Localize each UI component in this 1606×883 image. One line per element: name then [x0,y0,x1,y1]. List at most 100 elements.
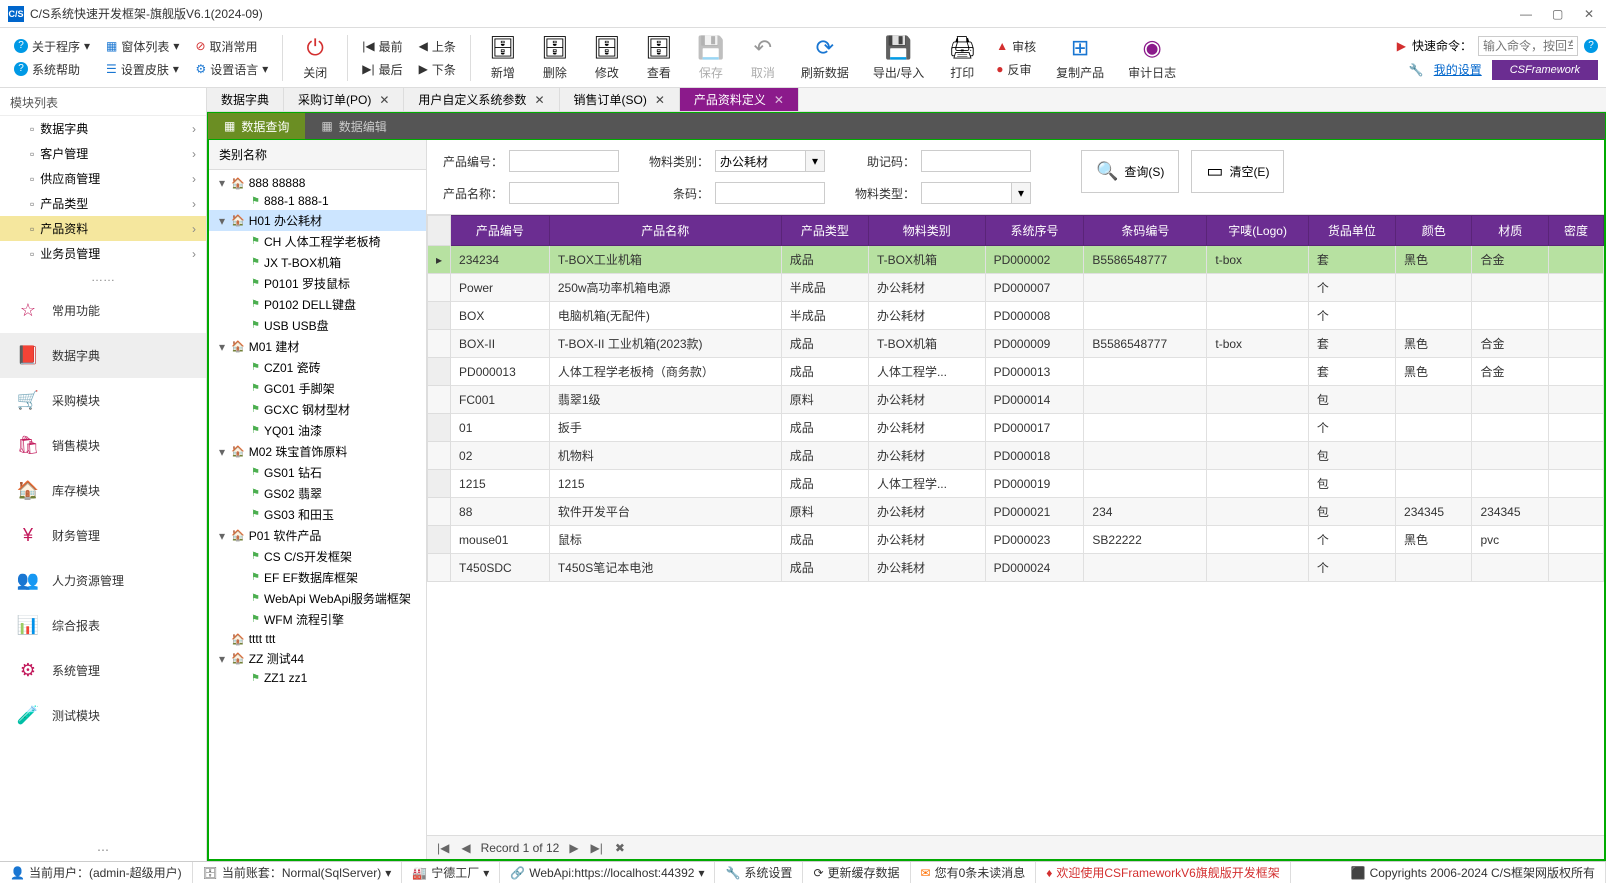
cell[interactable] [1472,470,1548,498]
column-header[interactable]: 产品编号 [451,216,550,246]
cell[interactable]: 成品 [781,330,868,358]
cell[interactable]: 个 [1308,526,1395,554]
set-lang-button[interactable]: ⚙设置语言▾ [189,59,274,80]
cell[interactable]: 办公耗材 [868,274,985,302]
cell[interactable]: 包 [1308,498,1395,526]
cell[interactable] [1396,302,1472,330]
tree-node[interactable]: ⚑GS01 钻石 [209,462,426,483]
cell[interactable]: SB22222 [1084,526,1207,554]
cell[interactable]: 01 [451,414,550,442]
mnemonic-input[interactable] [921,150,1031,172]
sidebar-item[interactable]: ▫产品资料› [0,216,206,241]
cell[interactable]: 成品 [781,414,868,442]
table-row[interactable]: ▸234234T-BOX工业机箱成品T-BOX机箱PD000002B558654… [428,246,1604,274]
cell[interactable]: 扳手 [549,414,781,442]
tab[interactable]: 采购订单(PO)✕ [284,88,404,111]
cell[interactable] [1548,358,1603,386]
tab[interactable]: 产品资料定义✕ [680,88,799,111]
maximize-icon[interactable]: ▢ [1552,7,1566,21]
page-last-icon[interactable]: ▶| [589,841,605,855]
cell[interactable]: 成品 [781,358,868,386]
cell[interactable]: 个 [1308,414,1395,442]
cell[interactable]: PD000008 [985,302,1084,330]
tree-node[interactable]: ⚑888-1 888-1 [209,192,426,210]
column-header[interactable]: 条码编号 [1084,216,1207,246]
cell[interactable]: FC001 [451,386,550,414]
cell[interactable] [1084,274,1207,302]
sidebar-module[interactable]: 🛒采购模块 [0,378,206,423]
about-button[interactable]: ?关于程序▾ [8,36,96,57]
table-row[interactable]: 88软件开发平台原料办公耗材PD000021234包234345234345 [428,498,1604,526]
toggle-icon[interactable]: ▾ [217,445,227,459]
table-row[interactable]: 12151215成品人体工程学...PD000019包 [428,470,1604,498]
tab-close-icon[interactable]: ✕ [534,93,544,107]
table-row[interactable]: PD000013人体工程学老板椅（商务款）成品人体工程学...PD000013套… [428,358,1604,386]
table-row[interactable]: BOX电脑机箱(无配件)半成品办公耗材PD000008个 [428,302,1604,330]
tree-node[interactable]: ▾🏠M01 建材 [209,336,426,357]
tree-node[interactable]: ⚑YQ01 油漆 [209,420,426,441]
set-skin-button[interactable]: ☰设置皮肤▾ [100,59,185,80]
cell[interactable]: T-BOX机箱 [868,246,985,274]
cell[interactable]: B5586548777 [1084,246,1207,274]
cell[interactable]: T-BOX-II 工业机箱(2023款) [549,330,781,358]
prev-button[interactable]: ◀上条 [413,36,462,57]
refresh-button[interactable]: ⟳刷新数据 [791,30,859,85]
tree-node[interactable]: ⚑WFM 流程引擎 [209,609,426,630]
cell[interactable] [1396,470,1472,498]
tree-node[interactable]: ⚑CZ01 瓷砖 [209,357,426,378]
cell[interactable]: 成品 [781,442,868,470]
cell[interactable]: 成品 [781,526,868,554]
sidebar-module[interactable]: 🧪测试模块 [0,693,206,738]
cell[interactable] [1548,554,1603,582]
cell[interactable] [1472,414,1548,442]
cell[interactable]: 250w高功率机箱电源 [549,274,781,302]
cell[interactable]: 套 [1308,246,1395,274]
cell[interactable]: 套 [1308,330,1395,358]
cell[interactable]: 人体工程学... [868,358,985,386]
column-header[interactable]: 颜色 [1396,216,1472,246]
prod-name-input[interactable] [509,182,619,204]
cell[interactable] [1084,554,1207,582]
sidebar-module[interactable]: ☆常用功能 [0,288,206,333]
tree-node[interactable]: ▾🏠M02 珠宝首饰原料 [209,441,426,462]
cell[interactable]: 原料 [781,386,868,414]
cell[interactable]: PD000007 [985,274,1084,302]
add-button[interactable]: 🗄新增 [479,30,527,85]
cell[interactable]: Power [451,274,550,302]
cell[interactable]: 个 [1308,302,1395,330]
mat-cat-dropdown[interactable]: ▾ [805,150,825,172]
table-row[interactable]: mouse01鼠标成品办公耗材PD000023SB22222个黑色pvc [428,526,1604,554]
audit-log-button[interactable]: ◉审计日志 [1118,30,1186,85]
query-button[interactable]: 🔍查询(S) [1081,150,1179,193]
sidebar-module[interactable]: ⚙系统管理 [0,648,206,693]
cell[interactable] [1207,358,1308,386]
copy-product-button[interactable]: ⊞复制产品 [1046,30,1114,85]
table-row[interactable]: Power250w高功率机箱电源半成品办公耗材PD000007个 [428,274,1604,302]
tree-node[interactable]: ▾🏠888 88888 [209,174,426,192]
cell[interactable]: PD000013 [451,358,550,386]
cell[interactable]: 个 [1308,554,1395,582]
cell[interactable] [1548,246,1603,274]
last-button[interactable]: ▶|最后 [356,59,408,80]
cell[interactable] [1396,386,1472,414]
tree-node[interactable]: ⚑GC01 手脚架 [209,378,426,399]
subtab[interactable]: ▦数据编辑 [305,113,402,139]
tree-node[interactable]: ⚑P0101 罗技鼠标 [209,273,426,294]
cell[interactable]: 合金 [1472,358,1548,386]
cell[interactable]: PD000024 [985,554,1084,582]
tree-node[interactable]: ⚑GS03 和田玉 [209,504,426,525]
sidebar-module[interactable]: 🛍销售模块 [0,423,206,468]
sidebar-item[interactable]: ▫业务员管理› [0,241,206,266]
cell[interactable]: t-box [1207,330,1308,358]
cell[interactable]: T-BOX工业机箱 [549,246,781,274]
cell[interactable] [1084,470,1207,498]
cell[interactable] [1084,302,1207,330]
cell[interactable]: 成品 [781,246,868,274]
cell[interactable]: 02 [451,442,550,470]
cell[interactable] [1548,526,1603,554]
cell[interactable]: 1215 [451,470,550,498]
approve-button[interactable]: ▲审核 [990,36,1042,57]
status-syscfg[interactable]: 🔧系统设置 [715,862,803,883]
cell[interactable]: 成品 [781,470,868,498]
cell[interactable]: 机物料 [549,442,781,470]
